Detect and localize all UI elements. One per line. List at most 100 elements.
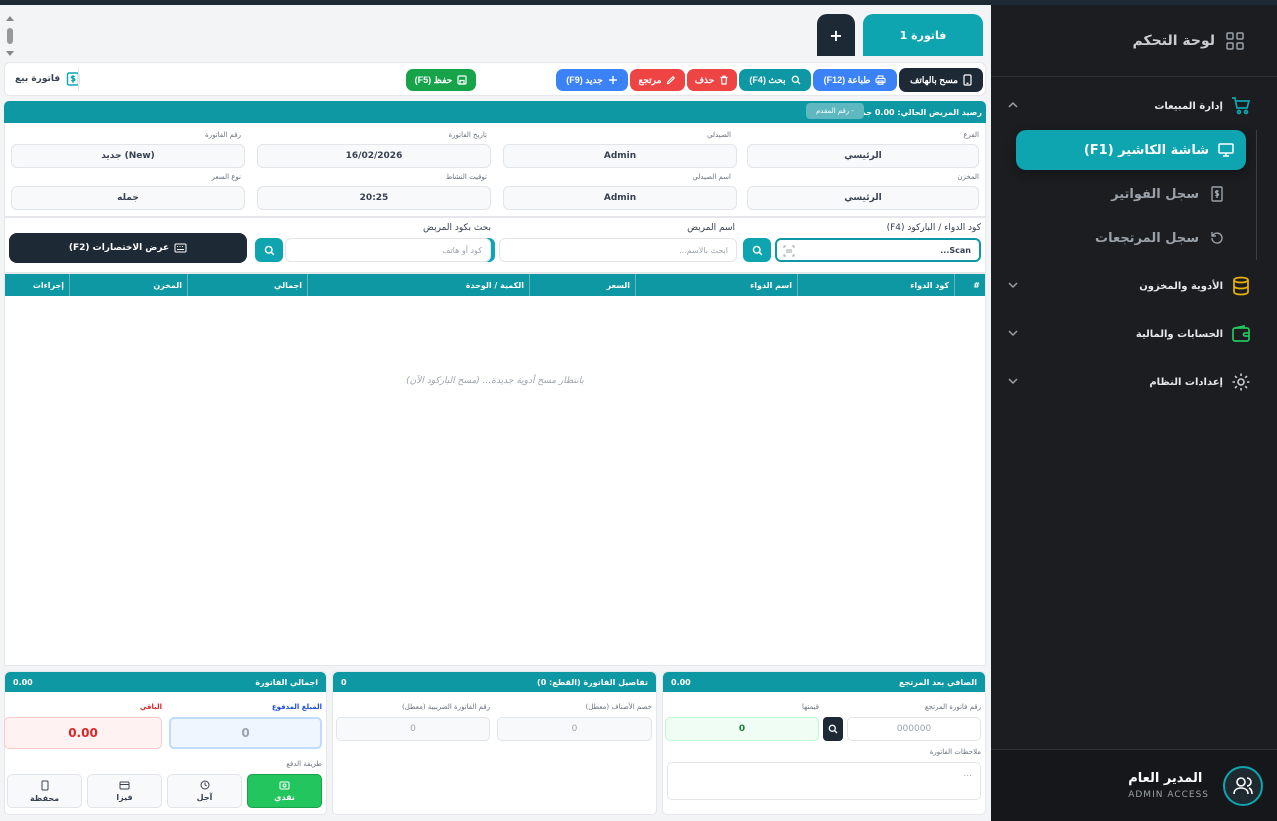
patient-code-label: بحث بكود المريض: [423, 223, 491, 233]
printer-icon: [875, 75, 886, 85]
cash-icon: [279, 781, 290, 790]
trash-icon: [719, 75, 729, 85]
patient-code-search-button[interactable]: [255, 238, 283, 262]
chevron-down-icon: [1007, 279, 1019, 291]
col-price: السعر: [529, 274, 635, 296]
chevron-up-icon: [1007, 99, 1019, 111]
phone-icon: [963, 74, 972, 86]
discount-field: 0: [497, 717, 652, 741]
save-button[interactable]: حفظ (F5): [406, 69, 476, 91]
paid-amount-input[interactable]: 0: [169, 717, 322, 749]
invoice-number-field[interactable]: جديد (New): [11, 144, 245, 168]
tax-invoice-field: 0: [336, 717, 490, 741]
wallet-icon: [1231, 324, 1251, 344]
return-value-field: 0: [665, 717, 819, 741]
sales-section-label: إدارة المبيعات: [1154, 100, 1223, 112]
discount-label: خصم الأصناف (معطل): [585, 703, 652, 711]
notes-label: ملاحظات الفاتورة: [929, 748, 981, 756]
chevron-down-icon: [1007, 327, 1019, 339]
net-panel: الصافي بعد المرتجع 0.00 رقم فاتورة المرت…: [662, 671, 986, 815]
patient-label: اسم المريض: [687, 223, 735, 233]
sidebar-item-dashboard[interactable]: لوحة التحكم: [991, 5, 1277, 77]
receipt-icon: [1209, 186, 1225, 202]
col-quantity: الكمية / الوحدة: [307, 274, 529, 296]
search-icon: [828, 724, 838, 734]
patient-code-input[interactable]: كود أو هاتف: [285, 238, 491, 262]
barcode-search-button[interactable]: [743, 238, 771, 262]
sidebar-section-accounts[interactable]: الحسابات والمالية: [991, 316, 1277, 352]
col-store: المخزن: [69, 274, 187, 296]
payment-credit-button[interactable]: آجل: [167, 774, 242, 808]
activity-time-field[interactable]: 20:25: [257, 186, 491, 210]
scrollbar[interactable]: [4, 13, 16, 59]
dashboard-label: لوحة التحكم: [1132, 32, 1215, 49]
tab-invoice-1[interactable]: فاتورة 1: [863, 14, 983, 56]
invoices-log-label: سجل الفواتير: [1111, 186, 1199, 202]
app-root: لوحة التحكم إدارة المبيعات شاشة الكاشير …: [0, 0, 1277, 821]
database-icon: [1231, 276, 1251, 296]
barcode-input[interactable]: Scan...: [775, 238, 981, 262]
delete-button[interactable]: حذف: [687, 69, 737, 91]
details-panel-header: تفاصيل الفاتورة (القطع: 0) 0: [333, 672, 656, 692]
sidebar-section-settings[interactable]: إعدادات النظام: [991, 364, 1277, 400]
net-panel-header: الصافي بعد المرتجع 0.00: [663, 672, 985, 692]
branch-field[interactable]: الرئيسي: [747, 144, 979, 168]
dashboard-icon: [1225, 31, 1245, 51]
invoice-no-label: رقم الفاتورة: [205, 131, 241, 139]
return-invoice-input[interactable]: 000000: [847, 717, 981, 741]
print-button[interactable]: طباعة (F12): [813, 69, 897, 91]
shortcuts-button[interactable]: عرض الاختصارات (F2): [9, 233, 247, 263]
sidebar-item-cashier[interactable]: شاشة الكاشير (F1): [1016, 130, 1246, 170]
search-icon: [791, 75, 801, 85]
col-index: #: [954, 274, 985, 296]
user-profile[interactable]: المدير العام ADMIN ACCESS: [991, 749, 1277, 821]
barcode-label: كود الدواء / الباركود (F4): [886, 223, 981, 233]
accounts-section-label: الحسابات والمالية: [1135, 328, 1223, 340]
return-button[interactable]: مرتجع: [630, 69, 685, 91]
time-label: توقيت النشاط: [445, 173, 487, 181]
total-panel-header: اجمالي الفاتورة 0.00: [5, 672, 326, 692]
search-panel: كود الدواء / الباركود (F4) Scan... اسم ا…: [4, 217, 986, 273]
store-field[interactable]: الرئيسي: [747, 186, 979, 210]
pencil-icon: [666, 75, 676, 85]
search-icon: [752, 245, 763, 256]
new-button[interactable]: جديد (F9): [556, 69, 628, 91]
pharmacist-name-label: اسم الصيدلي: [692, 173, 731, 181]
price-type-select[interactable]: جمله: [11, 186, 245, 210]
invoice-info-panel: الفرع الرئيسي الصيدلي Admin تاريخ الفاتو…: [4, 123, 986, 217]
remaining-amount: 0.00: [4, 717, 162, 749]
settings-section-label: إعدادات النظام: [1149, 376, 1223, 388]
save-icon: [457, 75, 467, 85]
table-header: # كود الدواء اسم الدواء السعر الكمية / ا…: [5, 274, 985, 296]
invoice-date-field[interactable]: 16/02/2026: [257, 144, 491, 168]
search-button[interactable]: بحث (F4): [739, 69, 811, 91]
submenu-line: [1256, 130, 1257, 260]
add-tab-button[interactable]: +: [817, 14, 855, 56]
return-search-button[interactable]: [823, 717, 843, 741]
pharmacist-field[interactable]: Admin: [503, 144, 737, 168]
pharmacist-label: الصيدلي: [707, 131, 731, 139]
payment-instant-button[interactable]: فيزا: [87, 774, 162, 808]
sidebar-item-returns-log[interactable]: سجل المرتجعات: [1095, 223, 1225, 253]
payment-cash-button[interactable]: نقدي: [247, 774, 322, 808]
user-name: المدير العام: [1128, 771, 1203, 786]
pharmacist-name-field[interactable]: Admin: [503, 186, 737, 210]
scan-mobile-button[interactable]: مسح بالهاتف: [899, 68, 983, 92]
sidebar-section-sales[interactable]: إدارة المبيعات: [991, 88, 1277, 124]
branch-label: الفرع: [963, 131, 979, 139]
patient-name-input[interactable]: ابحث بالاسم...: [499, 238, 737, 262]
cashier-label: شاشة الكاشير (F1): [1083, 142, 1209, 158]
toolbar-divider: [78, 67, 79, 91]
sidebar-item-invoices-log[interactable]: سجل الفواتير: [1111, 179, 1225, 209]
main-content: فاتورة 1 + فاتورة بيع حفظ (F5) جديد (F9): [0, 5, 991, 821]
col-actions: إجراءات: [32, 280, 64, 290]
avatar: [1223, 765, 1263, 806]
remaining-label: الباقي: [139, 703, 162, 711]
tax-label: رقم الفاتورة الضريبية (معطل): [402, 703, 490, 711]
payment-wallet-button[interactable]: محفظة: [7, 774, 82, 808]
sidebar: لوحة التحكم إدارة المبيعات شاشة الكاشير …: [991, 5, 1277, 821]
sidebar-section-medicines[interactable]: الأدوية والمخزون: [991, 268, 1277, 304]
notes-input[interactable]: ...: [667, 762, 981, 800]
store-label: المخزن: [957, 173, 979, 181]
patient-balance: رصيد المريض الحالي: 0.00 جم: [860, 107, 982, 117]
